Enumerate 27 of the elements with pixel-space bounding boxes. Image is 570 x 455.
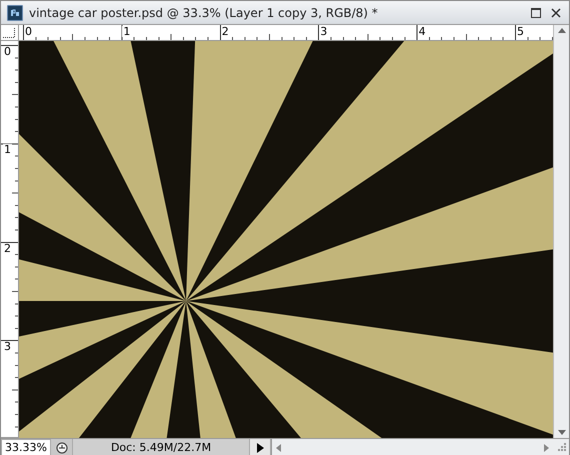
window-title: vintage car poster.psd @ 33.3% (Layer 1 copy 3, RGB/8) * <box>29 6 379 20</box>
ruler-label: 1 <box>122 26 132 37</box>
scroll-left-icon[interactable] <box>276 444 281 452</box>
ruler-label: 2 <box>3 242 12 254</box>
ruler-origin-corner[interactable] <box>1 25 19 41</box>
scroll-down-icon[interactable] <box>558 430 566 435</box>
clock-icon <box>56 442 68 454</box>
ruler-label: 0 <box>24 26 33 37</box>
horizontal-scrollbar[interactable] <box>271 439 553 455</box>
document-size-text: Doc: 5.49M/22.7M <box>73 439 249 455</box>
scroll-up-icon[interactable] <box>558 28 566 33</box>
ruler-label: 0 <box>3 46 12 57</box>
ruler-label: 3 <box>3 341 12 352</box>
app-icon <box>7 4 23 20</box>
ruler-label: 3 <box>319 26 328 37</box>
ruler-label: 5 <box>516 26 525 37</box>
ruler-label: 4 <box>418 26 427 37</box>
scroll-right-icon[interactable] <box>544 444 549 452</box>
ruler-label: 1 <box>3 144 12 156</box>
zoom-field[interactable]: 33.33% <box>1 439 51 455</box>
ruler-label: 2 <box>220 26 230 37</box>
status-menu-button[interactable] <box>51 439 73 455</box>
vertical-scrollbar[interactable] <box>553 25 569 438</box>
status-arrow-button[interactable] <box>249 439 271 455</box>
close-button[interactable] <box>549 6 563 20</box>
resize-grip-icon[interactable] <box>555 442 567 454</box>
play-arrow-icon <box>256 442 264 452</box>
